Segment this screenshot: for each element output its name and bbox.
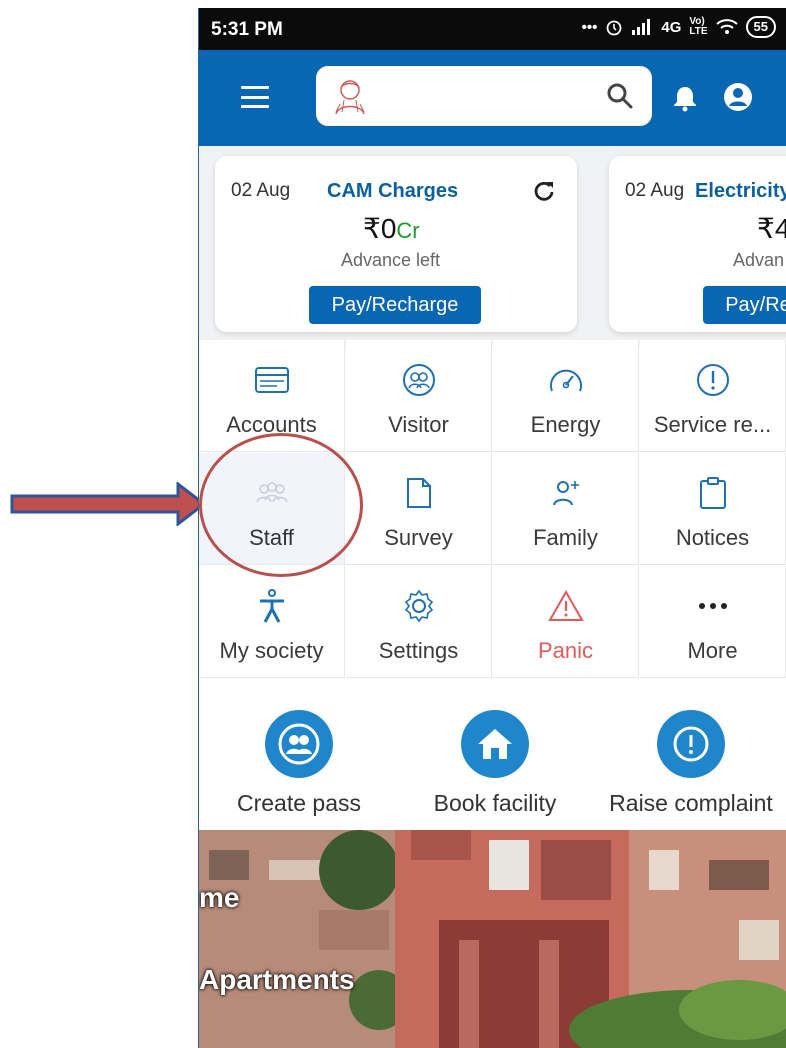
card-date: 02 Aug — [231, 180, 291, 201]
signal-icon — [632, 19, 651, 35]
grid-item-label: Survey — [384, 525, 453, 550]
dots-icon: ••• — [581, 18, 598, 36]
person-icon — [254, 588, 290, 624]
home-icon — [461, 710, 529, 778]
grid-item-accounts[interactable]: Accounts — [199, 340, 345, 452]
grid-item-label: Staff — [249, 525, 294, 550]
card-amount: ₹4 — [757, 213, 786, 244]
building-photo — [199, 830, 786, 1048]
grid-item-survey[interactable]: Survey — [346, 453, 492, 565]
create-pass-button[interactable]: Create pass — [199, 710, 399, 817]
grid-item-label: Service re... — [653, 412, 772, 437]
grid-item-visitor[interactable]: Visitor — [346, 340, 492, 452]
warning-icon — [547, 588, 584, 624]
card-amount: ₹0Cr — [363, 212, 420, 245]
grid-item-my-society[interactable]: My society — [199, 566, 345, 678]
grid-item-service-request[interactable]: Service re... — [640, 340, 786, 452]
phone-screen: 5:31 PM ••• 4G Vo) LTE 55 02 Aug CAM Cha… — [198, 8, 786, 1048]
grid-item-label: Energy — [530, 412, 601, 437]
search-input[interactable] — [316, 66, 652, 126]
visitor-icon — [401, 362, 437, 398]
card-title: Electricity — [695, 180, 786, 202]
annotation-arrow — [10, 482, 206, 526]
society-logo-icon — [335, 80, 365, 115]
exclamation-circle-icon — [695, 362, 731, 398]
bell-icon[interactable] — [671, 84, 699, 112]
status-bar: 5:31 PM ••• 4G Vo) LTE 55 — [199, 8, 786, 50]
wifi-icon — [715, 19, 738, 34]
app-bar — [199, 50, 786, 146]
grid-item-staff[interactable]: Staff — [199, 453, 345, 565]
grid-item-notices[interactable]: Notices — [640, 453, 786, 565]
more-icon — [695, 588, 731, 624]
grid-item-label: Settings — [378, 638, 459, 663]
grid-item-settings[interactable]: Settings — [346, 566, 492, 678]
grid-item-label: More — [687, 638, 738, 663]
status-time: 5:31 PM — [211, 19, 283, 40]
hamburger-menu-icon[interactable] — [241, 86, 269, 108]
banner-text-line2: Apartments — [199, 964, 355, 995]
grid-item-energy[interactable]: Energy — [493, 340, 639, 452]
card-icon — [254, 362, 290, 398]
quick-action-label: Raise complaint — [609, 790, 773, 816]
quick-action-label: Create pass — [236, 790, 361, 816]
status-icons: ••• 4G Vo) LTE 55 — [582, 16, 776, 38]
grid-item-family[interactable]: Family — [493, 453, 639, 565]
grid-item-label: Accounts — [226, 412, 317, 437]
account-cards: 02 Aug CAM Charges ₹0Cr Advance left Pay… — [199, 146, 786, 346]
alarm-icon — [606, 20, 622, 36]
network-type: 4G — [661, 18, 682, 36]
pay-recharge-button[interactable]: Pay/Re — [703, 286, 786, 324]
quick-actions: Create pass Book facility Raise complain… — [199, 684, 786, 834]
card-amount-value: ₹0 — [363, 213, 397, 244]
visitor-pass-icon — [265, 710, 333, 778]
grid-item-label: Notices — [675, 525, 750, 550]
society-photo-banner[interactable]: me Apartments — [199, 830, 786, 1048]
raise-complaint-button[interactable]: Raise complaint — [591, 710, 786, 817]
card-title: CAM Charges — [327, 180, 459, 202]
cam-charges-card[interactable]: 02 Aug CAM Charges ₹0Cr Advance left Pay… — [215, 156, 577, 332]
card-subtitle: Advance left — [341, 250, 441, 270]
refresh-icon[interactable] — [533, 180, 555, 202]
grid-item-label: Panic — [537, 638, 594, 663]
card-amount-unit: Cr — [396, 218, 420, 243]
search-icon[interactable] — [606, 82, 634, 110]
gauge-icon — [548, 362, 584, 398]
staff-icon — [254, 475, 290, 511]
pay-recharge-button[interactable]: Pay/Recharge — [309, 286, 481, 324]
volte-icon: Vo) LTE — [689, 16, 708, 37]
grid-item-label: My society — [219, 638, 324, 663]
card-subtitle: Advan — [733, 250, 785, 270]
book-facility-button[interactable]: Book facility — [395, 710, 595, 817]
document-icon — [401, 475, 437, 511]
grid-item-label: Family — [533, 525, 598, 550]
exclamation-icon — [657, 710, 725, 778]
banner-text-line1: me — [199, 882, 240, 913]
electricity-card[interactable]: 02 Aug Electricity ₹4 Advan Pay/Re — [609, 156, 786, 332]
family-icon — [548, 475, 584, 511]
grid-item-panic[interactable]: Panic — [493, 566, 639, 678]
gear-icon — [401, 588, 437, 624]
quick-action-label: Book facility — [433, 790, 557, 816]
card-date: 02 Aug — [625, 180, 685, 201]
grid-item-more[interactable]: More — [640, 566, 786, 678]
user-account-icon[interactable] — [723, 82, 753, 112]
grid-item-label: Visitor — [388, 412, 449, 437]
clipboard-icon — [695, 475, 731, 511]
battery-indicator: 55 — [745, 16, 776, 38]
